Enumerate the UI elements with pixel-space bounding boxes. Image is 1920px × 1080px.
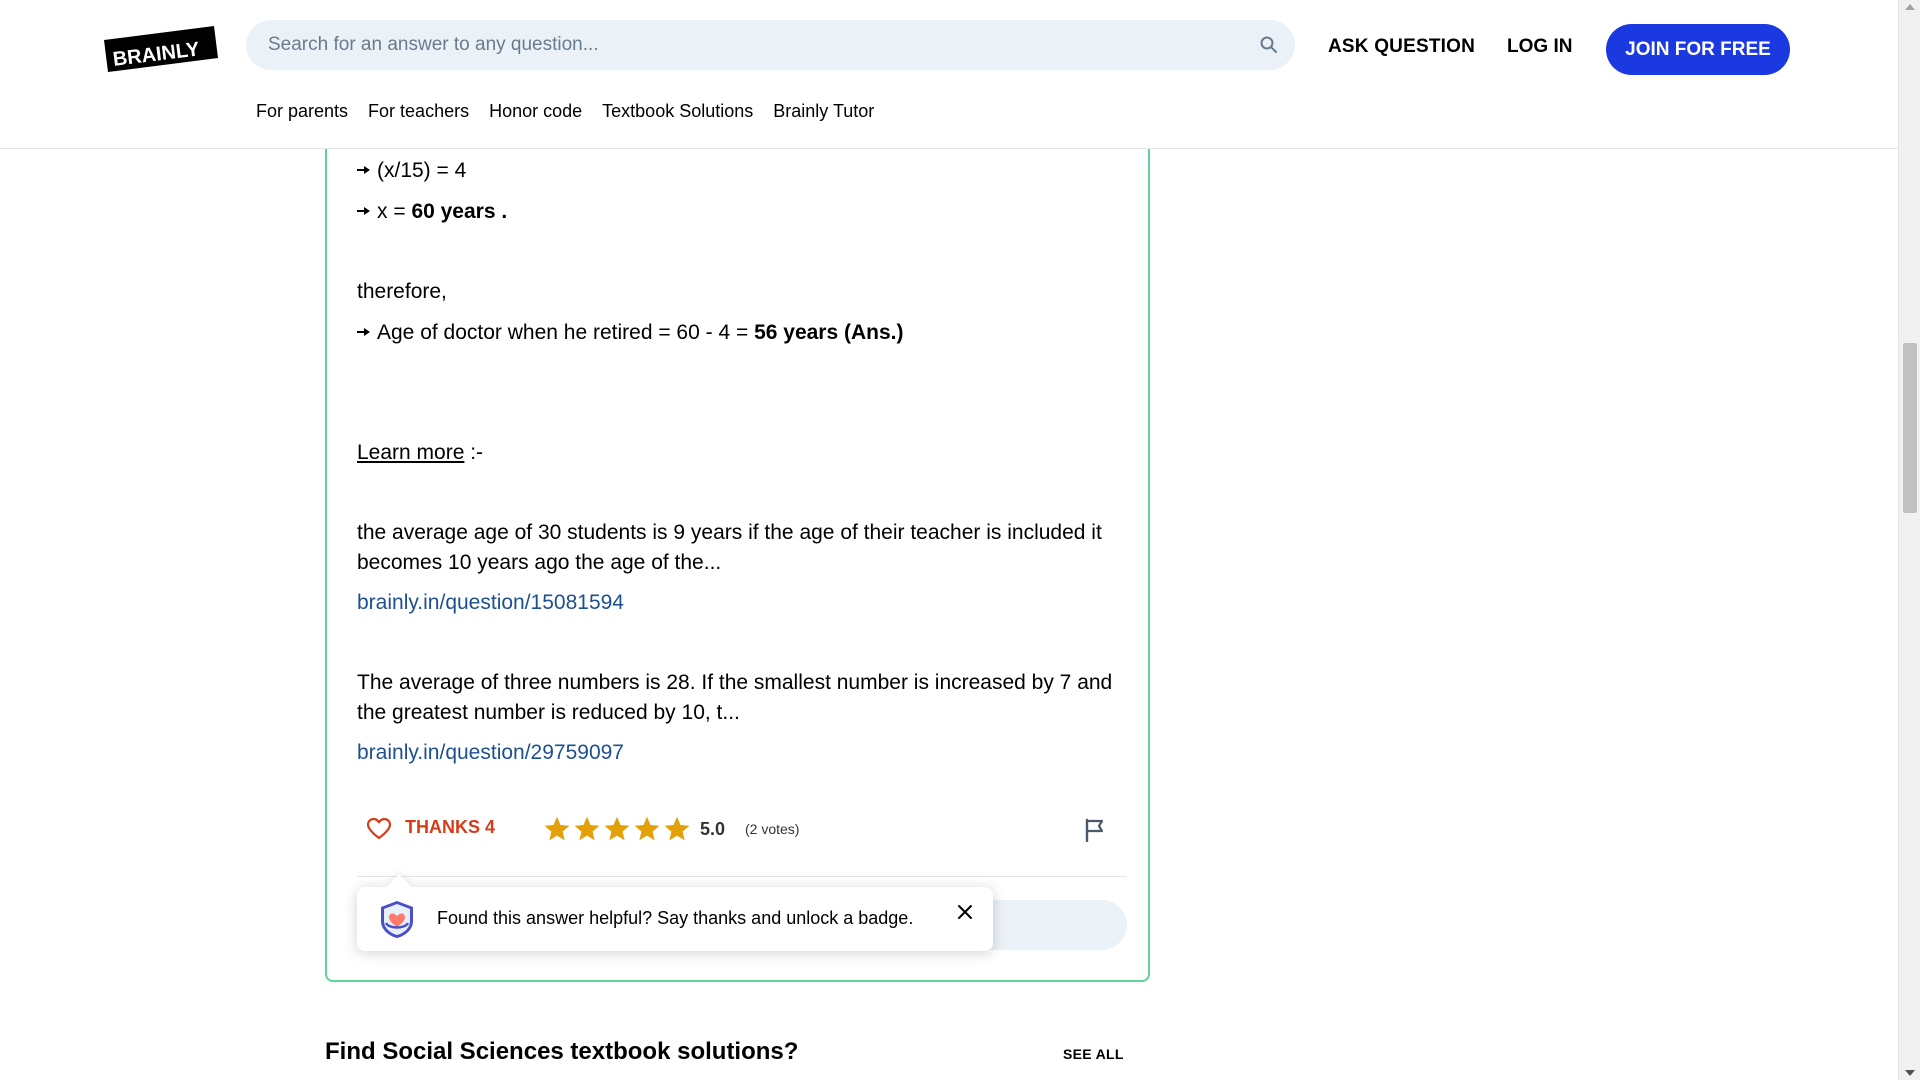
equation-line-1: (x/15) = 4 — [357, 156, 466, 186]
therefore-text: therefore, — [357, 280, 447, 303]
related-question-link[interactable]: brainly.in/question/15081594 — [357, 588, 624, 618]
scroll-down-arrow-icon[interactable] — [1905, 1070, 1915, 1076]
related-question-link[interactable]: brainly.in/question/29759097 — [357, 738, 624, 768]
scrollbar-thumb[interactable] — [1903, 343, 1917, 513]
nav-textbook-solutions[interactable]: Textbook Solutions — [602, 101, 753, 122]
star-icon[interactable] — [663, 815, 691, 843]
related-question-text: The average of three numbers is 28. If t… — [357, 671, 1113, 724]
star-icon[interactable] — [633, 815, 661, 843]
brainly-logo[interactable]: BRAINLY — [104, 26, 218, 72]
equation-line-2: x = 60 years . — [357, 197, 507, 227]
search-bar — [246, 20, 1295, 70]
scroll-up-arrow-icon[interactable] — [1905, 4, 1915, 10]
search-icon[interactable] — [1259, 35, 1279, 55]
flag-icon[interactable] — [1084, 818, 1106, 842]
vote-count: (2 votes) — [745, 821, 800, 837]
arrow-icon — [357, 327, 371, 337]
see-all-link[interactable]: SEE ALL — [1063, 1046, 1124, 1062]
section-title: Find Social Sciences textbook solutions? — [325, 1038, 799, 1065]
log-in-button[interactable]: LOG IN — [1507, 36, 1572, 58]
close-icon[interactable] — [957, 904, 973, 920]
ask-question-button[interactable]: ASK QUESTION — [1328, 36, 1475, 58]
final-answer-line: Age of doctor when he retired = 60 - 4 =… — [357, 318, 904, 348]
page-scrollbar[interactable] — [1898, 0, 1920, 1080]
star-icon[interactable] — [603, 815, 631, 843]
star-rating — [543, 815, 691, 843]
thanks-button[interactable]: THANKS 4 — [405, 817, 495, 838]
star-icon[interactable] — [543, 815, 571, 843]
heart-icon[interactable] — [367, 818, 391, 840]
nav-honor-code[interactable]: Honor code — [489, 101, 582, 122]
answer-card: (x/15) = 4 x = 60 years . therefore, Age… — [325, 110, 1150, 982]
sub-navigation: For parents For teachers Honor code Text… — [256, 101, 874, 122]
arrow-icon — [357, 165, 371, 175]
search-input[interactable] — [268, 20, 1228, 70]
nav-for-parents[interactable]: For parents — [256, 101, 348, 122]
divider — [357, 876, 1127, 877]
badge-icon — [381, 901, 413, 938]
nav-brainly-tutor[interactable]: Brainly Tutor — [773, 101, 874, 122]
nav-for-teachers[interactable]: For teachers — [368, 101, 469, 122]
answer-actions: THANKS 4 5.0 (2 votes) — [367, 810, 1127, 850]
site-header: BRAINLY ASK QUESTION LOG IN JOIN FOR FRE… — [0, 0, 1898, 149]
thanks-tooltip: Found this answer helpful? Say thanks an… — [357, 887, 993, 951]
join-for-free-button[interactable]: JOIN FOR FREE — [1606, 24, 1790, 75]
arrow-icon — [357, 206, 371, 216]
rating-value: 5.0 — [700, 819, 726, 839]
star-icon[interactable] — [573, 815, 601, 843]
learn-more-heading: Learn more :- — [357, 441, 484, 464]
tooltip-text: Found this answer helpful? Say thanks an… — [437, 908, 914, 928]
related-question-text: the average age of 30 students is 9 year… — [357, 521, 1102, 574]
learn-more-link[interactable]: Learn more — [357, 441, 464, 464]
